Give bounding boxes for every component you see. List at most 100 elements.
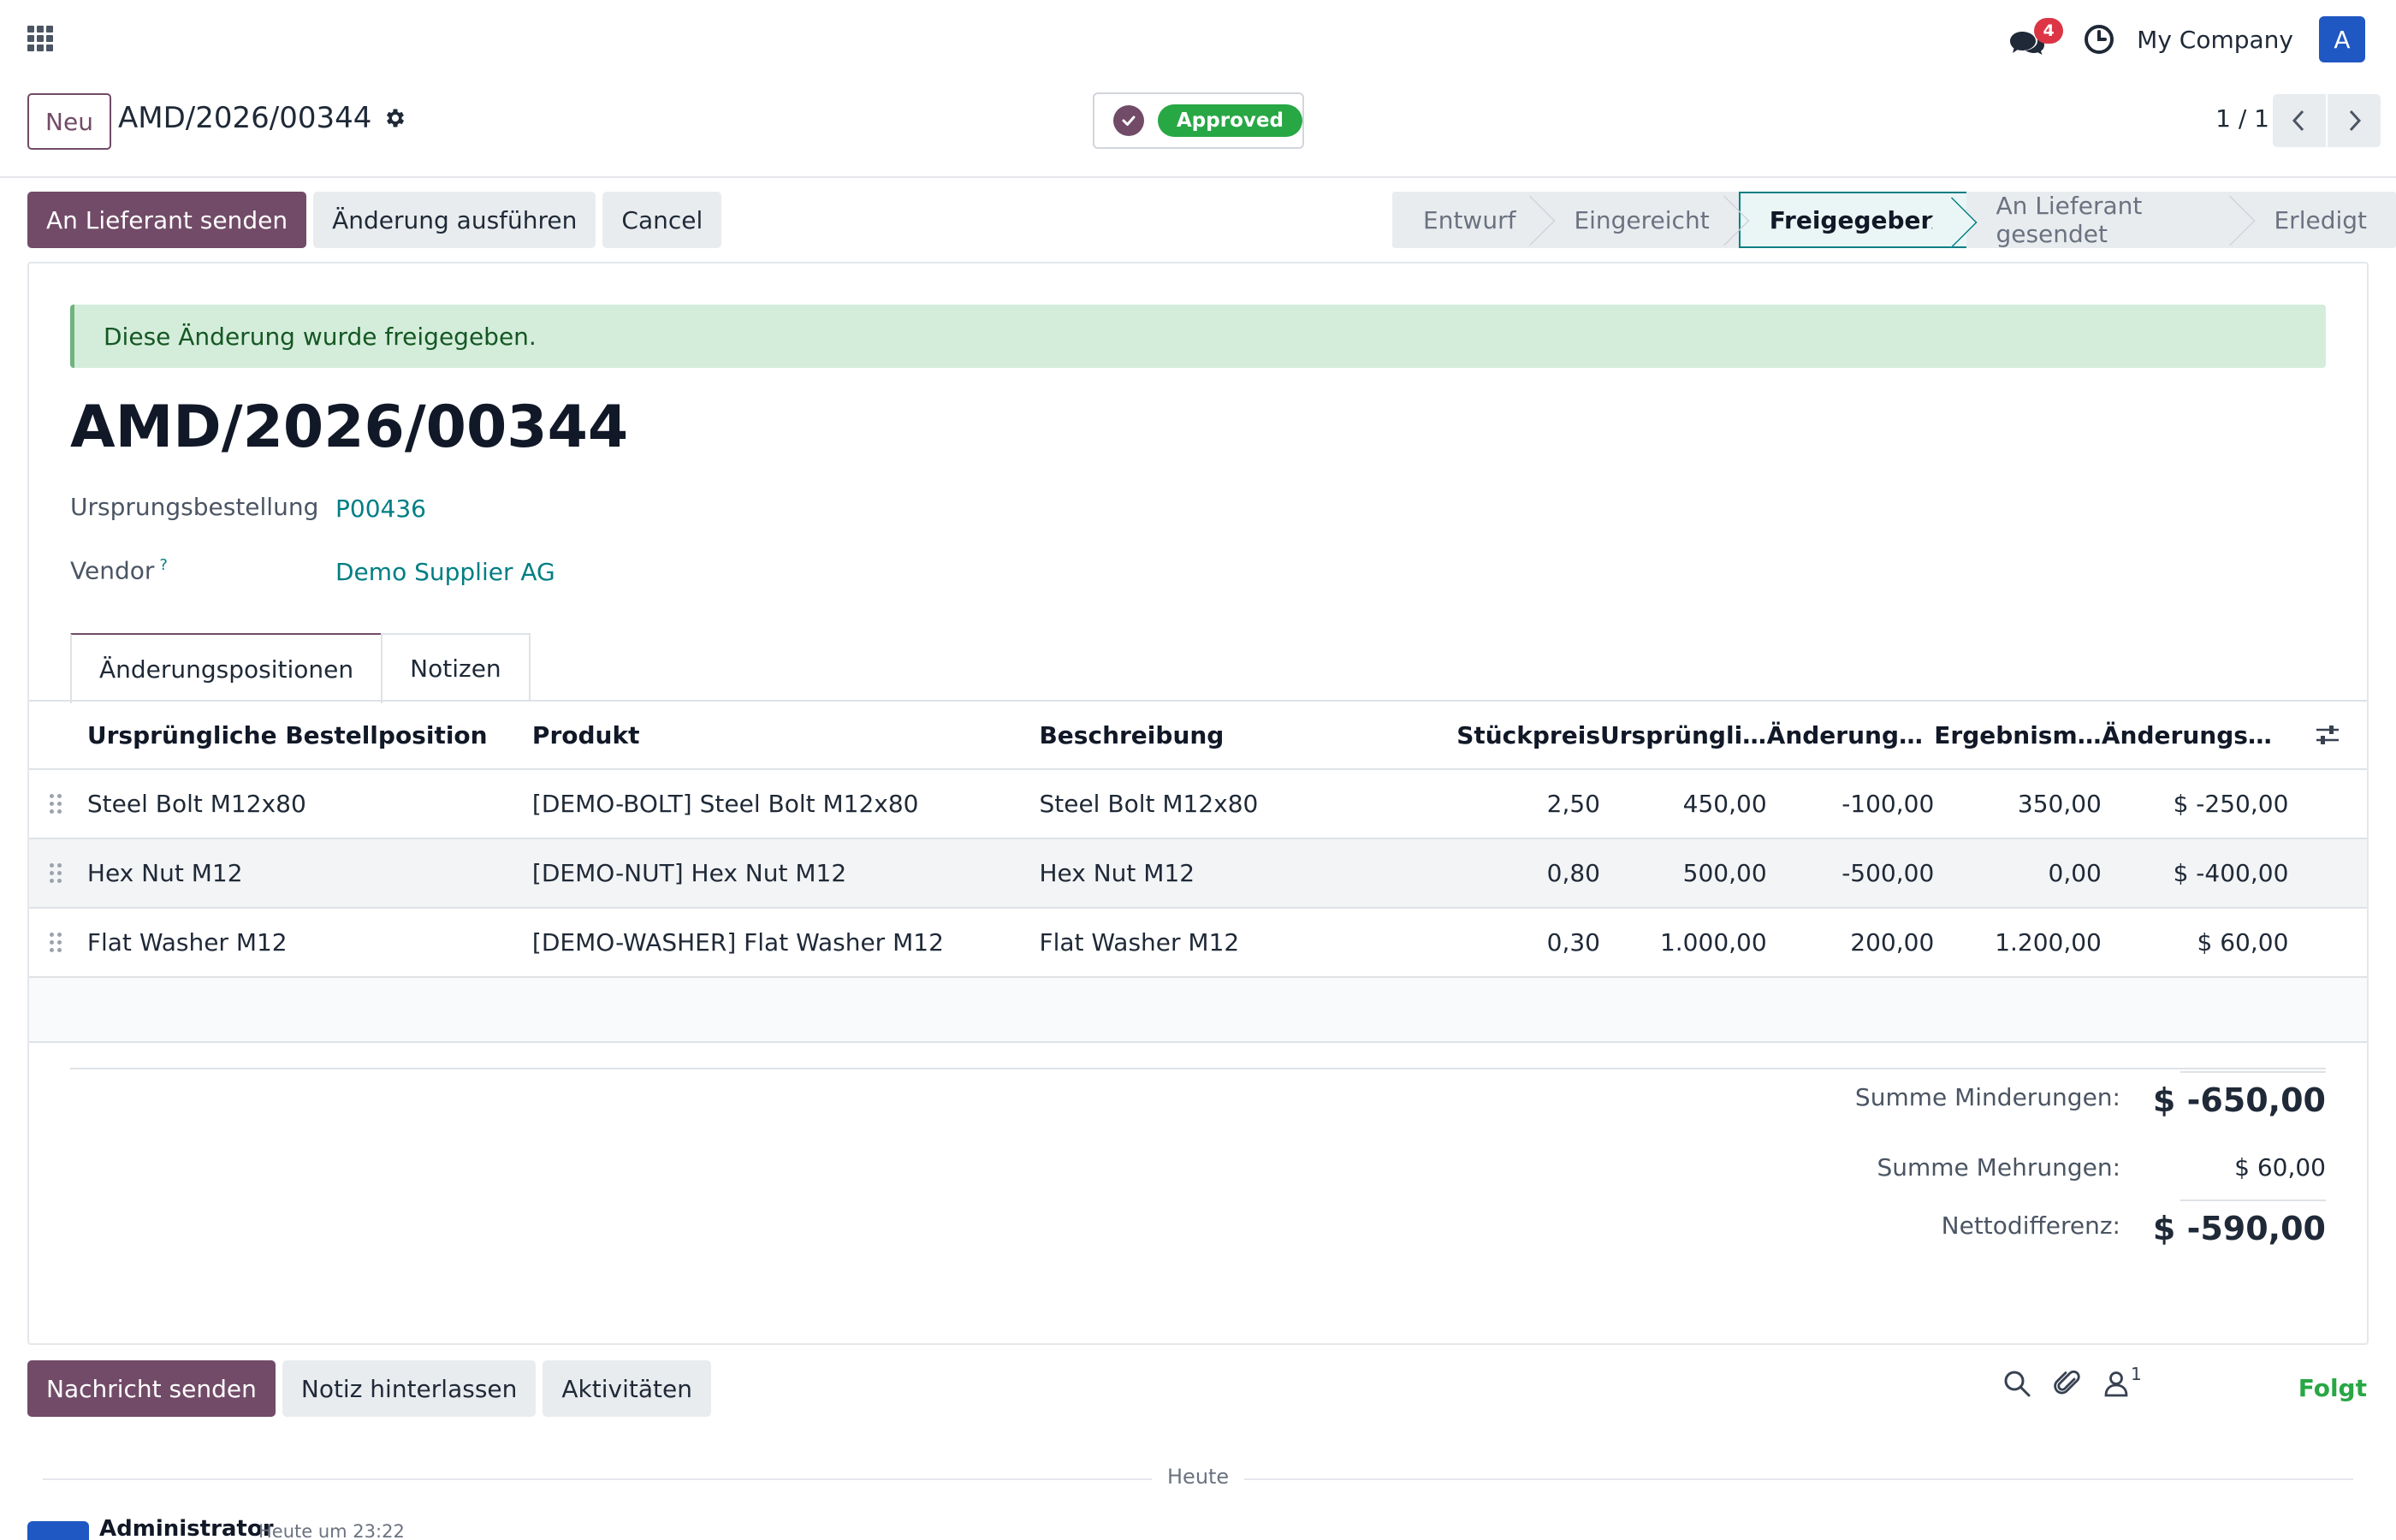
cell-change-qty[interactable]: -100,00: [1767, 790, 1934, 818]
gear-icon[interactable]: [383, 106, 407, 130]
message-author[interactable]: Administrator: [99, 1516, 274, 1540]
table-row[interactable]: Steel Bolt M12x80 [DEMO-BOLT] Steel Bolt…: [29, 770, 2367, 839]
chevron-right-icon: [2349, 110, 2362, 132]
apps-menu-icon[interactable]: [27, 26, 53, 51]
cell-original-qty[interactable]: 450,00: [1600, 790, 1767, 818]
optional-columns-toggle[interactable]: [2288, 723, 2367, 747]
cell-original-line[interactable]: Flat Washer M12: [87, 928, 532, 957]
cell-product[interactable]: [DEMO-NUT] Hex Nut M12: [532, 859, 1040, 887]
cell-original-qty[interactable]: 1.000,00: [1600, 928, 1767, 957]
help-tooltip-icon[interactable]: ?: [159, 556, 168, 574]
status-step-approved[interactable]: Freigegeben: [1738, 192, 1967, 248]
tab-amendment-lines[interactable]: Änderungspositionen: [70, 633, 383, 703]
total-decrease-border: [2180, 1071, 2326, 1073]
status-bar: Entwurf Eingereicht Freigegeben An Liefe…: [1392, 192, 2396, 248]
status-step-done[interactable]: Erledigt: [2245, 192, 2396, 248]
sliders-icon: [2316, 726, 2340, 744]
cell-result-qty[interactable]: 1.200,00: [1934, 928, 2102, 957]
table-header: Ursprüngliche Bestellposition Produkt Be…: [29, 702, 2367, 770]
messaging-button[interactable]: 4: [2010, 18, 2064, 59]
cell-result-qty[interactable]: 350,00: [1934, 790, 2102, 818]
drag-handle-icon: [50, 863, 87, 883]
table-row[interactable]: Hex Nut M12 [DEMO-NUT] Hex Nut M12 Hex N…: [29, 839, 2367, 909]
apply-change-button[interactable]: Änderung ausführen: [313, 192, 596, 248]
column-product[interactable]: Produkt: [532, 721, 1040, 749]
column-change-amount[interactable]: Änderungsbe...: [2102, 721, 2289, 749]
control-panel: Neu AMD/2026/00344 Approved 1 / 1: [0, 79, 2396, 178]
cell-unit-price[interactable]: 0,30: [1382, 928, 1600, 957]
net-difference-label: Nettodifferenz:: [1941, 1211, 2120, 1240]
cell-original-qty[interactable]: 500,00: [1600, 859, 1767, 887]
date-separator-label: Heute: [1152, 1465, 1245, 1489]
cell-change-amount[interactable]: $ 60,00: [2102, 928, 2289, 957]
send-message-button[interactable]: Nachricht senden: [27, 1360, 276, 1417]
status-step-sent-to-vendor[interactable]: An Lieferant gesendet: [1966, 192, 2245, 248]
breadcrumb-current: AMD/2026/00344: [118, 101, 372, 135]
cell-unit-price[interactable]: 2,50: [1382, 790, 1600, 818]
navbar-systray: 4 My Company A: [2010, 15, 2365, 63]
cell-original-line[interactable]: Hex Nut M12: [87, 859, 532, 887]
clock-icon[interactable]: [2082, 22, 2116, 56]
top-navbar: 4 My Company A: [0, 0, 2396, 79]
tab-notes[interactable]: Notizen: [381, 633, 531, 702]
column-description[interactable]: Beschreibung: [1039, 721, 1382, 749]
chevron-left-icon: [2292, 110, 2304, 132]
column-change-qty[interactable]: Änderungs...: [1767, 721, 1935, 749]
pager-previous-button[interactable]: [2273, 94, 2326, 147]
row-drag-handle[interactable]: [29, 863, 87, 883]
vendor-link[interactable]: Demo Supplier AG: [335, 558, 555, 586]
follower-count: 1: [2131, 1364, 2142, 1384]
send-to-vendor-button[interactable]: An Lieferant senden: [27, 192, 307, 248]
total-increase-value: $ 60,00: [2234, 1153, 2326, 1182]
drag-handle-icon: [50, 933, 87, 952]
pager-next-button[interactable]: [2328, 94, 2381, 147]
pager-value[interactable]: 1 / 1: [2215, 104, 2269, 133]
origin-order-label: Ursprungsbestellung: [70, 493, 319, 521]
search-icon[interactable]: [2002, 1369, 2031, 1398]
log-note-button[interactable]: Notiz hinterlassen: [282, 1360, 537, 1417]
vendor-label-wrap: Vendor?: [70, 556, 168, 584]
row-drag-handle[interactable]: [29, 794, 87, 814]
cell-change-qty[interactable]: -500,00: [1767, 859, 1934, 887]
cancel-button[interactable]: Cancel: [602, 192, 722, 248]
message-author-avatar[interactable]: [27, 1521, 89, 1540]
cell-product[interactable]: [DEMO-BOLT] Steel Bolt M12x80: [532, 790, 1040, 818]
cell-original-line[interactable]: Steel Bolt M12x80: [87, 790, 532, 818]
chatter-topbar-icons: 1: [2002, 1364, 2142, 1398]
followers-button[interactable]: 1: [2103, 1364, 2142, 1398]
net-difference-value: $ -590,00: [2152, 1210, 2326, 1247]
chatter-actions: Nachricht senden Notiz hinterlassen Akti…: [27, 1360, 718, 1417]
status-step-draft[interactable]: Entwurf: [1392, 192, 1545, 248]
paperclip-icon[interactable]: [2054, 1369, 2083, 1398]
vendor-label: Vendor: [70, 556, 155, 585]
cell-result-qty[interactable]: 0,00: [1934, 859, 2102, 887]
company-switcher[interactable]: My Company: [2137, 26, 2293, 54]
cell-description[interactable]: Flat Washer M12: [1039, 928, 1382, 957]
cell-description[interactable]: Steel Bolt M12x80: [1039, 790, 1382, 818]
cell-change-qty[interactable]: 200,00: [1767, 928, 1934, 957]
table-empty-row: [29, 978, 2367, 1043]
chat-counter-badge: 4: [2034, 18, 2064, 44]
cell-change-amount[interactable]: $ -250,00: [2102, 790, 2289, 818]
user-icon: [2104, 1371, 2128, 1397]
total-decrease-value: $ -650,00: [2152, 1081, 2326, 1119]
status-step-submitted[interactable]: Eingereicht: [1545, 192, 1738, 248]
approval-status-widget: Approved: [1093, 92, 1304, 149]
follow-button[interactable]: Folgt: [2298, 1374, 2367, 1402]
origin-order-link[interactable]: P00436: [335, 495, 426, 523]
table-row[interactable]: Flat Washer M12 [DEMO-WASHER] Flat Washe…: [29, 909, 2367, 978]
row-drag-handle[interactable]: [29, 933, 87, 952]
cell-unit-price[interactable]: 0,80: [1382, 859, 1600, 887]
column-original-line[interactable]: Ursprüngliche Bestellposition: [87, 721, 532, 749]
cell-description[interactable]: Hex Nut M12: [1039, 859, 1382, 887]
notebook-tabs: Änderungspositionen Notizen: [70, 633, 531, 703]
activities-button[interactable]: Aktivitäten: [543, 1360, 711, 1417]
column-result-qty[interactable]: Ergebnisme...: [1934, 721, 2102, 749]
cell-product[interactable]: [DEMO-WASHER] Flat Washer M12: [532, 928, 1040, 957]
new-button[interactable]: Neu: [27, 93, 111, 150]
column-unit-price[interactable]: Stückpreis: [1382, 721, 1600, 749]
totals-divider: [70, 1068, 2326, 1069]
user-avatar[interactable]: A: [2319, 16, 2365, 62]
column-original-qty[interactable]: Ursprünglic...: [1600, 721, 1767, 749]
cell-change-amount[interactable]: $ -400,00: [2102, 859, 2289, 887]
